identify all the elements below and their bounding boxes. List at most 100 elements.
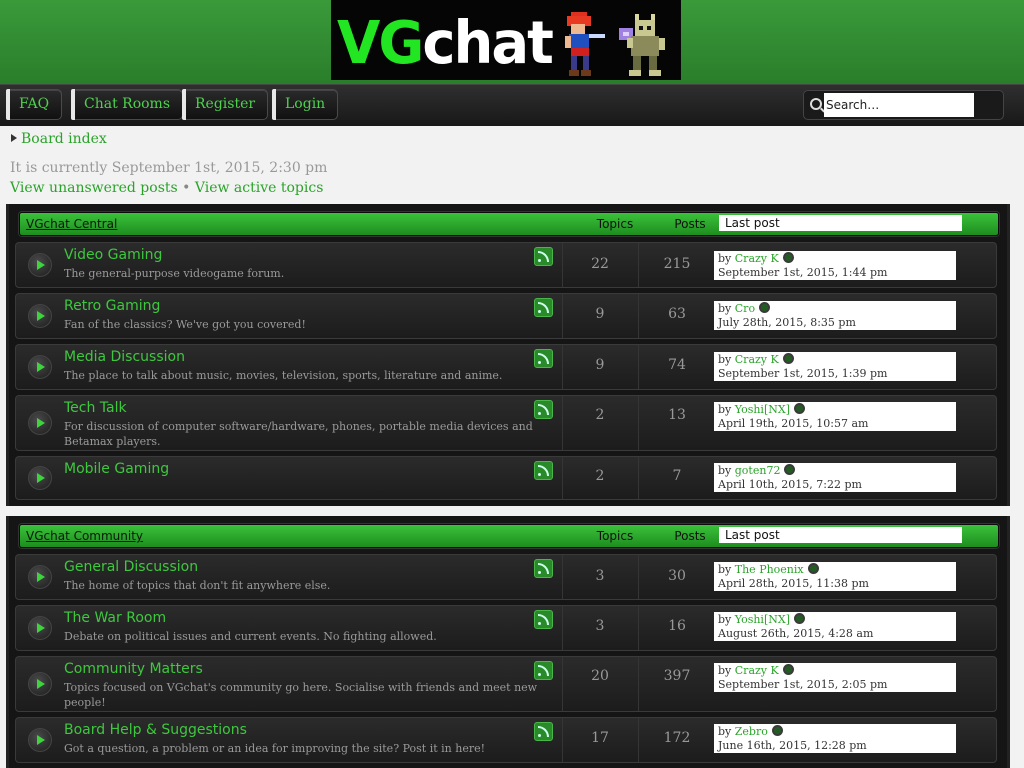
forum-title-link[interactable]: Mobile Gaming <box>64 461 169 477</box>
forum-title-link[interactable]: Media Discussion <box>64 349 185 365</box>
posts-count: 172 <box>663 730 691 746</box>
board-index-link[interactable]: Board index <box>21 131 107 147</box>
current-time-text: It is currently September 1st, 2015, 2:3… <box>10 160 328 176</box>
view-latest-post-icon[interactable] <box>793 403 805 414</box>
rss-feed-icon[interactable] <box>534 298 553 317</box>
breadcrumb-arrow-icon <box>11 134 17 142</box>
topics-count: 2 <box>595 468 605 484</box>
view-unanswered-posts-link[interactable]: View unanswered posts <box>10 180 178 196</box>
forum-row: Video Gaming The general-purpose videoga… <box>15 242 997 288</box>
topics-count: 9 <box>595 306 605 322</box>
last-post-author-link[interactable]: Crazy K <box>735 252 779 265</box>
last-post-by-label: by <box>718 353 732 366</box>
breadcrumb: Board index <box>11 131 107 147</box>
forum-title-link[interactable]: The War Room <box>64 610 166 626</box>
chat-rooms-button[interactable]: Chat Rooms <box>71 89 184 120</box>
forum-read-icon <box>28 565 52 589</box>
forum-read-icon <box>28 411 52 435</box>
rss-feed-icon[interactable] <box>534 461 553 480</box>
last-post-author-link[interactable]: goten72 <box>735 464 781 477</box>
category-title-link[interactable]: VGchat Community <box>26 529 143 543</box>
register-button[interactable]: Register <box>182 89 269 120</box>
last-post-box: by goten72 April 10th, 2015, 7:22 pm <box>714 463 956 492</box>
forum-row: Retro Gaming Fan of the classics? We've … <box>15 293 997 339</box>
last-post-by-label: by <box>718 403 732 416</box>
last-post-author-link[interactable]: Zebro <box>735 725 768 738</box>
last-post-author-link[interactable]: Crazy K <box>735 664 779 677</box>
forum-read-icon <box>28 253 52 277</box>
forum-title-link[interactable]: Tech Talk <box>64 400 127 416</box>
view-latest-post-icon[interactable] <box>782 353 794 364</box>
view-latest-post-icon[interactable] <box>807 563 819 574</box>
forum-row: General Discussion The home of topics th… <box>15 554 997 600</box>
last-post-author-link[interactable]: Cro <box>735 302 755 315</box>
faq-button[interactable]: FAQ <box>6 89 63 120</box>
forum-title-link[interactable]: Video Gaming <box>64 247 162 263</box>
forum-read-icon <box>28 304 52 328</box>
posts-count: 215 <box>663 256 691 272</box>
last-post-date: July 28th, 2015, 8:35 pm <box>718 316 856 329</box>
forum-title-link[interactable]: General Discussion <box>64 559 198 575</box>
category-vgchat-community: VGchat Community Topics Posts Last post … <box>6 516 1010 768</box>
view-latest-post-icon[interactable] <box>782 252 794 263</box>
search-input[interactable] <box>824 93 974 117</box>
posts-count: 74 <box>668 357 686 373</box>
topics-count: 22 <box>591 256 609 272</box>
forum-title-link[interactable]: Community Matters <box>64 661 203 677</box>
rss-feed-icon[interactable] <box>534 610 553 629</box>
last-post-date: June 16th, 2015, 12:28 pm <box>718 739 867 752</box>
site-header: VGchat <box>0 0 1024 84</box>
rss-feed-icon[interactable] <box>534 247 553 266</box>
view-latest-post-icon[interactable] <box>759 302 771 313</box>
forum-description: Topics focused on VGchat's community go … <box>64 681 538 709</box>
last-post-date: September 1st, 2015, 2:05 pm <box>718 678 888 691</box>
rss-feed-icon[interactable] <box>534 722 553 741</box>
site-logo[interactable]: VGchat <box>331 0 681 80</box>
column-posts-header: Posts <box>674 529 706 543</box>
topics-count: 3 <box>595 568 605 584</box>
rss-feed-icon[interactable] <box>534 349 553 368</box>
category-title-link[interactable]: VGchat Central <box>26 217 117 231</box>
view-latest-post-icon[interactable] <box>793 613 805 624</box>
last-post-by-label: by <box>718 563 732 576</box>
view-latest-post-icon[interactable] <box>782 664 794 675</box>
last-post-author-link[interactable]: Crazy K <box>735 353 779 366</box>
login-button[interactable]: Login <box>272 89 339 120</box>
forum-description: Fan of the classics? We've got you cover… <box>64 318 306 331</box>
forum-row: Community Matters Topics focused on VGch… <box>15 656 997 712</box>
last-post-box: by Crazy K September 1st, 2015, 1:44 pm <box>714 251 956 280</box>
rss-feed-icon[interactable] <box>534 559 553 578</box>
last-post-author-link[interactable]: Yoshi[NX] <box>735 613 790 626</box>
view-latest-post-icon[interactable] <box>784 464 796 475</box>
last-post-author-link[interactable]: The Phoenix <box>735 563 804 576</box>
logo-wordmark: VGchat <box>337 9 554 78</box>
last-post-by-label: by <box>718 613 732 626</box>
rss-feed-icon[interactable] <box>534 661 553 680</box>
topics-count: 2 <box>595 407 605 423</box>
rss-feed-icon[interactable] <box>534 400 553 419</box>
last-post-date: April 19th, 2015, 10:57 am <box>718 417 869 430</box>
view-active-topics-link[interactable]: View active topics <box>195 180 324 196</box>
forum-read-icon <box>28 616 52 640</box>
last-post-date: April 10th, 2015, 7:22 pm <box>718 478 862 491</box>
topics-count: 17 <box>591 730 609 746</box>
column-last-post-header: Last post <box>719 527 962 543</box>
category-header: VGchat Community Topics Posts Last post <box>19 524 999 548</box>
view-latest-post-icon[interactable] <box>771 725 783 736</box>
column-divider <box>638 657 639 711</box>
forum-row: Tech Talk For discussion of computer sof… <box>15 395 997 451</box>
column-divider <box>562 657 563 711</box>
posts-count: 13 <box>668 407 686 423</box>
last-post-box: by Crazy K September 1st, 2015, 2:05 pm <box>714 663 956 692</box>
last-post-box: by Cro July 28th, 2015, 8:35 pm <box>714 301 956 330</box>
last-post-date: September 1st, 2015, 1:39 pm <box>718 367 888 380</box>
forum-description: Debate on political issues and current e… <box>64 630 437 643</box>
forum-title-link[interactable]: Retro Gaming <box>64 298 160 314</box>
forum-read-icon <box>28 672 52 696</box>
forum-title-link[interactable]: Board Help & Suggestions <box>64 722 247 738</box>
last-post-author-link[interactable]: Yoshi[NX] <box>735 403 790 416</box>
search-icon[interactable] <box>810 98 822 110</box>
goblin-sprite-icon <box>619 14 665 76</box>
topics-count: 20 <box>591 668 609 684</box>
column-topics-header: Topics <box>596 529 634 543</box>
